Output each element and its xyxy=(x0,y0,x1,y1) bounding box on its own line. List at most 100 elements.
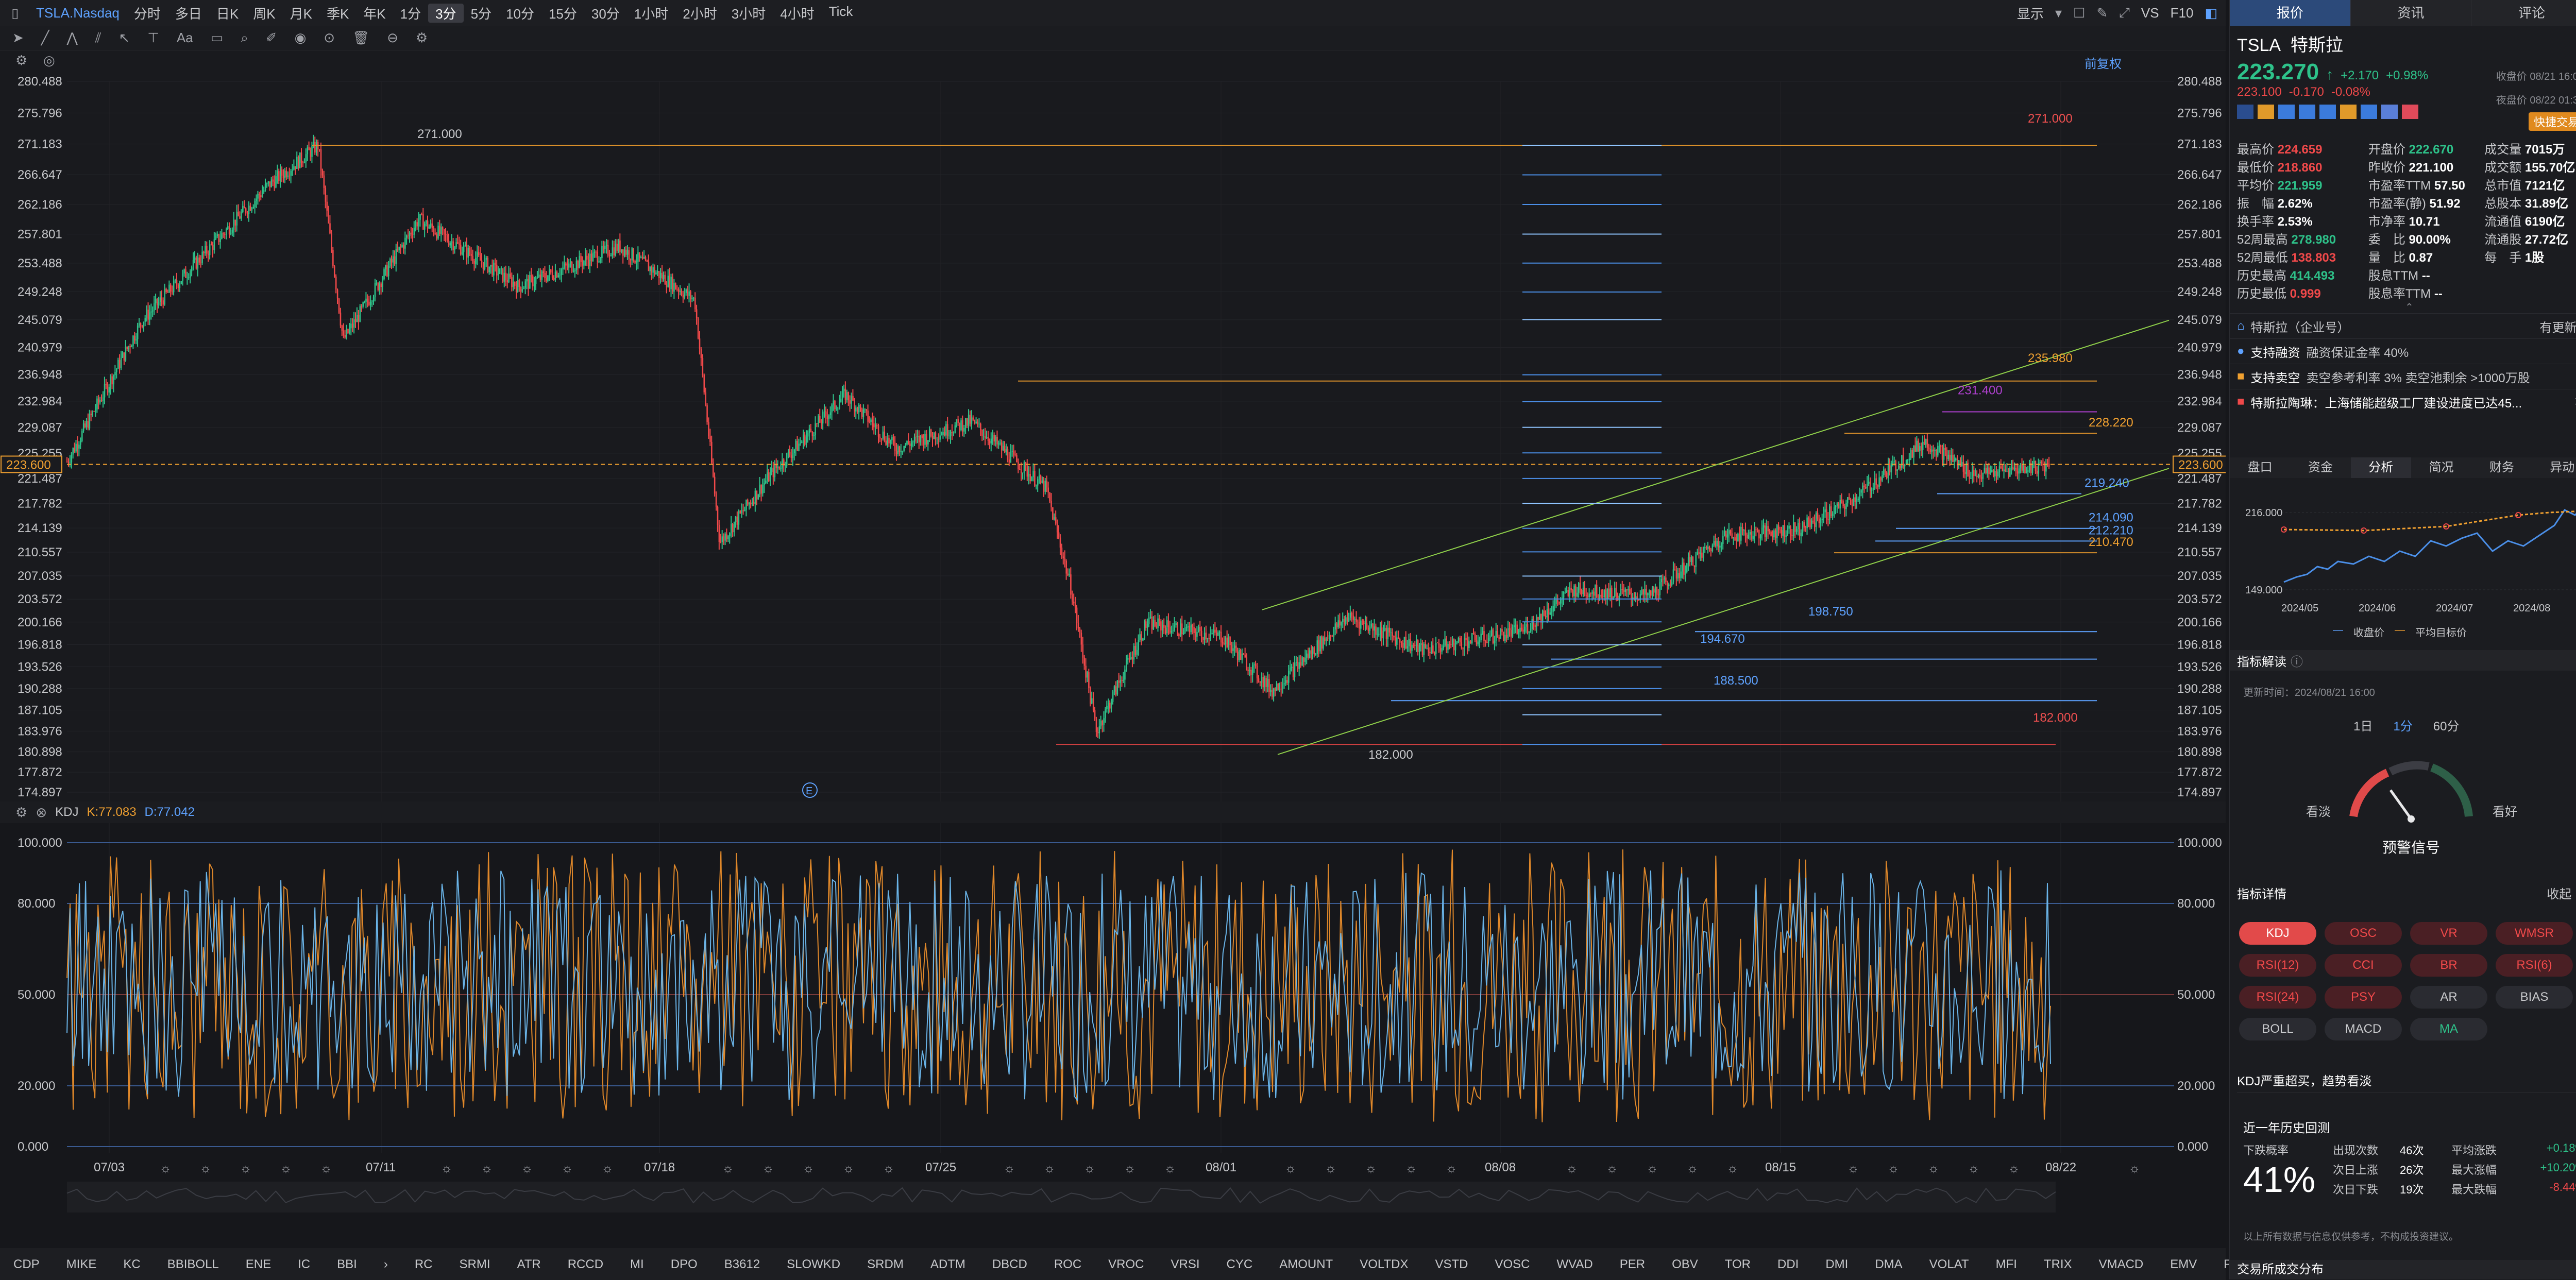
comment-tool-icon[interactable]: ▭ xyxy=(211,30,224,46)
period-tab[interactable]: 30分 xyxy=(584,4,627,23)
indicator-chip[interactable]: OSC xyxy=(2325,922,2402,945)
indicator-tab[interactable]: VOLTDX xyxy=(1346,1257,1421,1272)
period-tab[interactable]: 4小时 xyxy=(773,4,821,23)
indicator-tab[interactable]: BBIBOLL xyxy=(154,1257,232,1272)
pen-icon[interactable]: ✎ xyxy=(2096,5,2108,21)
period-tab[interactable]: 2小时 xyxy=(675,4,724,23)
indicator-chip[interactable]: KDJ xyxy=(2239,922,2316,945)
polyline-tool-icon[interactable]: ⋀ xyxy=(66,30,77,46)
line-tool-icon[interactable]: ╱ xyxy=(41,30,49,46)
period-tab[interactable]: 分时 xyxy=(127,4,168,23)
exchange-distribution[interactable]: 交易所成交分布 xyxy=(2230,1260,2576,1279)
indicator-period-tab[interactable]: 1日 xyxy=(2353,716,2372,734)
indicator-tab[interactable]: VOSC xyxy=(1481,1257,1543,1272)
symbol-label[interactable]: TSLA.Nasdaq xyxy=(36,5,120,21)
brush-icon[interactable]: ✐ xyxy=(266,30,277,46)
indicator-chip[interactable]: BIAS xyxy=(2496,986,2573,1009)
collapse-button[interactable]: 收起 ⌃ xyxy=(2547,884,2576,902)
indicator-tab[interactable]: VOLAT xyxy=(1916,1257,1982,1272)
analysis-tab[interactable]: 简况 xyxy=(2411,457,2471,478)
indicator-tab[interactable]: MIKE xyxy=(53,1257,110,1272)
fib-tool-icon[interactable]: ⊤ xyxy=(147,30,159,46)
magnet-icon[interactable]: ⊖ xyxy=(387,30,398,46)
indicator-tab[interactable]: CYC xyxy=(1213,1257,1266,1272)
panel-tab[interactable]: 资讯 xyxy=(2351,0,2472,26)
analysis-tab[interactable]: 资金 xyxy=(2290,457,2350,478)
indicator-tab[interactable]: MFI xyxy=(1982,1257,2030,1272)
period-tab[interactable]: 3小时 xyxy=(724,4,773,23)
indicator-tab[interactable]: ENE xyxy=(232,1257,284,1272)
kdj-settings-icon[interactable]: ⚙ xyxy=(15,805,27,821)
indicator-tab[interactable]: DDI xyxy=(1764,1257,1812,1272)
news-row[interactable]: ■ 特斯拉陶琳：上海储能超级工厂建设进度已达45... ✕ xyxy=(2230,389,2576,414)
main-chart-area[interactable]: 280.488 280.488 275.796 275.796 271.183 271.1… xyxy=(0,50,2226,1213)
indicator-tab[interactable]: SLOWKD xyxy=(773,1257,854,1272)
eye-icon[interactable]: ◉ xyxy=(295,30,307,46)
indicator-chip[interactable]: RSI(6) xyxy=(2496,954,2573,977)
indicator-chip[interactable]: BR xyxy=(2410,954,2487,977)
indicator-chip[interactable]: WMSR xyxy=(2496,922,2573,945)
indicator-tab[interactable]: B3612 xyxy=(711,1257,773,1272)
analysis-tab[interactable]: 盘口 xyxy=(2230,457,2290,478)
indicator-tab[interactable]: EMV xyxy=(2157,1257,2210,1272)
period-tab[interactable]: 3分 xyxy=(428,3,464,23)
indicator-tab[interactable]: TOR xyxy=(1711,1257,1764,1272)
indicator-tab[interactable]: AMOUNT xyxy=(1266,1257,1346,1272)
indicator-tab[interactable]: DMA xyxy=(1861,1257,1916,1272)
trash-icon[interactable]: 🗑 xyxy=(352,30,369,46)
indicator-tab[interactable]: IC xyxy=(284,1257,324,1272)
indicator-period-tab[interactable]: 1分 xyxy=(2393,716,2412,734)
indicator-chip[interactable]: CCI xyxy=(2325,954,2402,977)
indicator-tab[interactable]: ROC xyxy=(1041,1257,1095,1272)
chart-target-icon[interactable]: ◎ xyxy=(43,53,55,69)
indicator-tab[interactable]: DMI xyxy=(1812,1257,1861,1272)
indicator-tab[interactable]: WVAD xyxy=(1543,1257,1606,1272)
indicator-chip[interactable]: VR xyxy=(2410,922,2487,945)
sidebar-toggle-icon[interactable]: ▯ xyxy=(11,5,19,21)
display-menu[interactable]: 显示 xyxy=(2017,4,2044,23)
gear-icon[interactable]: ⚙ xyxy=(416,30,428,46)
indicator-chip[interactable]: MACD xyxy=(2325,1018,2402,1040)
indicator-chip[interactable]: PSY xyxy=(2325,986,2402,1009)
f10-button[interactable]: F10 xyxy=(2171,5,2194,21)
kdj-name[interactable]: KDJ xyxy=(55,805,78,820)
short-row[interactable]: ■ 支持卖空 卖空参考利率 3% 卖空池剩余 >1000万股 xyxy=(2230,364,2576,389)
arrow-tool-icon[interactable]: ↖ xyxy=(118,30,130,46)
period-tab[interactable]: 日K xyxy=(209,4,246,23)
indicator-tab[interactable]: DPO xyxy=(657,1257,711,1272)
chart-svg[interactable]: 280.488280.488275.796275.796271.183271.1… xyxy=(0,50,2226,1249)
panel-tab[interactable]: 报价 xyxy=(2230,0,2351,26)
help-icon[interactable]: ⓘ xyxy=(2291,652,2303,670)
indicator-tab[interactable]: PER xyxy=(1606,1257,1658,1272)
panel-toggle-icon[interactable]: ◧ xyxy=(2205,5,2217,21)
indicator-tab[interactable]: SRDM xyxy=(854,1257,917,1272)
period-tab[interactable]: 5分 xyxy=(464,4,499,23)
period-tab[interactable]: 10分 xyxy=(499,4,541,23)
indicator-tab[interactable]: MI xyxy=(617,1257,657,1272)
indicator-tab[interactable]: VMACD xyxy=(2086,1257,2157,1272)
indicator-tab[interactable]: CDP xyxy=(0,1257,53,1272)
analysis-tab[interactable]: 异动 xyxy=(2532,457,2576,478)
period-tab[interactable]: 年K xyxy=(356,4,393,23)
company-row[interactable]: ⌂ 特斯拉（企业号） 有更新 › xyxy=(2230,313,2576,338)
indicator-tab[interactable]: RCCD xyxy=(554,1257,617,1272)
quick-trade-button[interactable]: 快捷交易 xyxy=(2528,112,2576,131)
zoom-icon[interactable]: ⌕ xyxy=(241,30,248,46)
indicator-tab[interactable]: VROC xyxy=(1095,1257,1157,1272)
margin-row[interactable]: ● 支持融资 融资保证金率 40% xyxy=(2230,338,2576,364)
indicator-chip[interactable]: MA xyxy=(2410,1018,2487,1040)
indicator-tab[interactable]: VSTD xyxy=(1421,1257,1481,1272)
chart-settings-icon[interactable]: ⚙ xyxy=(15,53,27,69)
vs-button[interactable]: VS xyxy=(2141,5,2159,21)
period-tab[interactable]: 1分 xyxy=(393,4,428,23)
collapse-chevron-icon[interactable]: ⌃ xyxy=(2405,301,2414,314)
period-tab[interactable]: Tick xyxy=(822,4,860,23)
indicator-tab[interactable]: › xyxy=(370,1257,401,1272)
period-tab[interactable]: 季K xyxy=(319,4,356,23)
indicator-tab[interactable]: BBI xyxy=(324,1257,370,1272)
kdj-close-icon[interactable]: ⊗ xyxy=(36,805,47,821)
indicator-period-tab[interactable]: 60分 xyxy=(2433,716,2460,734)
indicator-chip[interactable]: BOLL xyxy=(2239,1018,2316,1040)
indicator-chip[interactable]: RSI(12) xyxy=(2239,954,2316,977)
close-icon[interactable]: ✕ xyxy=(2574,395,2576,409)
